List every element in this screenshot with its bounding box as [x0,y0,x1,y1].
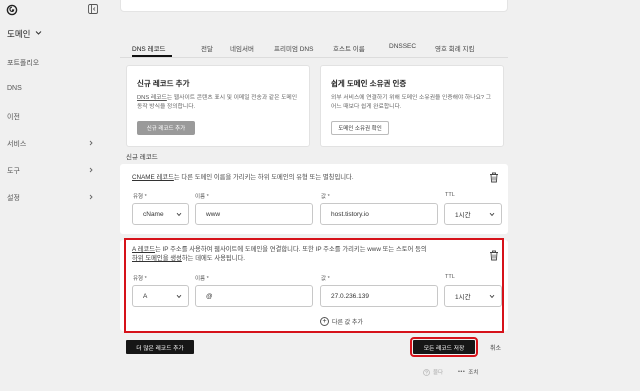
new-records-label: 신규 레코드 [126,154,158,161]
cname-record-card: CNAME 레코드는 다른 도메인 이름을 가리키는 하위 도메인의 유형 또는… [120,164,508,234]
sidebar-item-dns[interactable]: DNS [7,85,22,92]
value-label: 값 * [321,194,330,200]
tab-nameservers[interactable]: 네임서버 [230,43,254,53]
verify-ownership-button[interactable]: 도메인 소유권 확인 [331,121,389,135]
sidebar-item-tools[interactable]: 도구 [7,166,20,176]
chevron-down-icon[interactable] [35,30,42,36]
add-record-card-title: 신규 레코드 추가 [137,79,190,88]
help-icon [423,368,430,376]
ttl-label: TTL [445,192,455,198]
verify-card-title: 쉽게 도메인 소유권 인증 [331,79,407,88]
add-record-card: 신규 레코드 추가 DNS 레코드는 웹사이트 콘텐츠 표시 및 이메일 전송과… [126,65,310,147]
sidebar-item-services[interactable]: 서비스 [7,139,26,149]
help-link[interactable]: 물다 [423,368,443,376]
add-record-card-description: DNS 레코드는 웹사이트 콘텐츠 표시 및 이메일 전송과 같은 도메인 동작… [137,95,298,110]
save-all-records-button[interactable]: 모든 레코드 저장 [410,337,478,357]
tab-premium-dns[interactable]: 프리미엄 DNS [274,43,313,53]
add-new-record-button[interactable]: 신규 레코드 추가 [137,121,195,135]
sidebar-item-portfolio[interactable]: 포트폴리오 [7,58,39,68]
tab-other[interactable]: 영호 회례 지킴 [435,43,475,53]
verify-card-description: 외부 서비스에 연결하기 위해 도메인 소유권을 인증해야 하나요? 그 어느 … [331,95,492,110]
tab-dnssec[interactable]: DNSSEC [389,43,416,50]
chevron-down-icon [176,212,182,217]
cname-record-link[interactable]: CNAME 레코드 [132,174,174,181]
sidebar-item-settings[interactable]: 설정 [7,193,20,203]
name-label: 이름 * [195,194,209,200]
cancel-button[interactable]: 취소 [490,343,501,352]
type-select[interactable]: cName [132,203,189,225]
chevron-down-icon [489,212,495,217]
highlight-box [124,238,504,333]
tab-hostnames[interactable]: 호스트 이름 [333,43,365,53]
chevron-right-icon [89,167,93,173]
more-dots-icon: ••• [458,369,466,375]
ttl-select[interactable]: 1시간 [444,203,502,225]
add-more-records-button[interactable]: 더 많은 레코드 추가 [126,340,194,354]
trash-icon[interactable] [489,172,499,183]
tab-forwarding[interactable]: 전달 [201,43,213,53]
header-card [120,0,508,12]
more-actions-button[interactable]: ••• 조치 [458,368,478,376]
cname-record-description: CNAME 레코드는 다른 도메인 이름을 가리키는 하위 도메인의 유형 또는… [132,174,354,181]
sidebar: 도메인 포트폴리오 DNS 이전 서비스 도구 설정 [0,0,104,391]
sidebar-item-transfer[interactable]: 이전 [7,112,20,122]
name-input[interactable]: www [195,203,313,225]
type-label: 유형 * [133,194,147,200]
chevron-right-icon [89,194,93,200]
chevron-right-icon [89,140,93,146]
value-input[interactable]: host.tistory.io [320,203,438,225]
tabs-divider [120,57,508,58]
verify-ownership-card: 쉽게 도메인 소유권 인증 외부 서비스에 연결하기 위해 도메인 소유권을 인… [320,65,504,147]
dns-records-link[interactable]: DNS 레코드 [137,95,167,101]
godaddy-logo-icon[interactable] [6,4,18,16]
sidebar-collapse-icon[interactable] [88,4,98,14]
sidebar-domain-heading[interactable]: 도메인 [7,28,30,40]
tab-dns-records[interactable]: DNS 레코드 [132,43,165,53]
